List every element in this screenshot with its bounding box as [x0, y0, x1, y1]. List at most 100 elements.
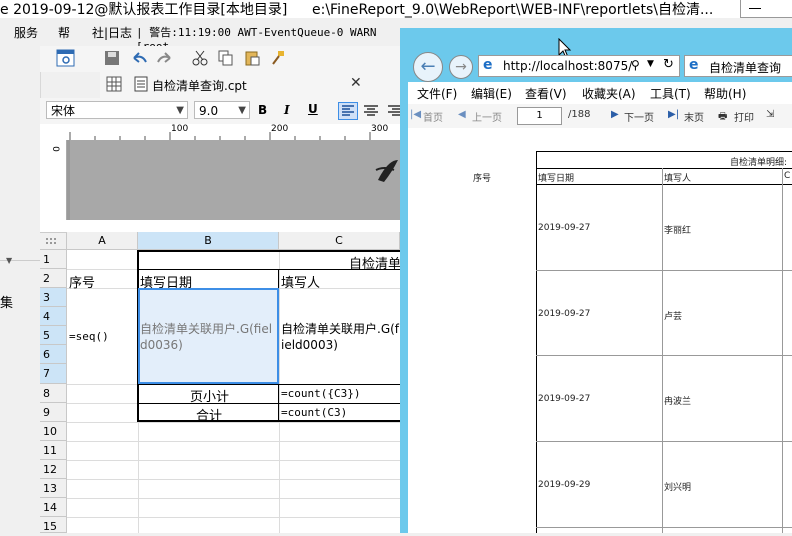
cell-c9[interactable]: =count(C3)	[281, 406, 347, 419]
row-header[interactable]: 1	[40, 250, 67, 269]
forward-button[interactable]: →	[449, 55, 473, 79]
menu-file[interactable]: 文件(F)	[417, 85, 457, 102]
menu-edit[interactable]: 编辑(E)	[471, 85, 512, 102]
select-all-corner[interactable]	[40, 232, 67, 250]
align-center-button[interactable]	[362, 103, 380, 119]
refresh-icon[interactable]: ↻	[663, 57, 674, 72]
first-page-button[interactable]: 首页	[423, 109, 443, 124]
close-tab-icon[interactable]: ✕	[350, 75, 362, 91]
cell-b3[interactable]: 自检清单关联用户.G(field0036)	[140, 321, 276, 353]
save-icon[interactable]	[104, 50, 120, 66]
cell-c8[interactable]: =count({C3})	[281, 387, 360, 400]
toolbar	[40, 46, 400, 72]
row-header[interactable]: 12	[40, 460, 67, 479]
address-bar[interactable]: e http://localhost:8075/ ⚲ ▼ ↻	[478, 55, 680, 77]
column-header-a[interactable]: A	[67, 232, 138, 250]
page-number-input[interactable]: 1	[517, 107, 562, 125]
search-icon[interactable]: ⚲	[631, 58, 640, 72]
row-header[interactable]: 11	[40, 441, 67, 460]
page-header-area: 0	[40, 140, 400, 220]
column-header-c[interactable]: C	[279, 232, 400, 250]
menu-tools[interactable]: 工具(T)	[650, 85, 691, 102]
row-header[interactable]: 10	[40, 422, 67, 441]
cell-b2[interactable]: 填写日期	[140, 272, 192, 291]
back-button[interactable]: ←	[413, 52, 443, 82]
next-page-icon[interactable]: ▶	[611, 109, 619, 120]
row-header[interactable]: 15	[40, 517, 67, 533]
ruler-tick-label: 100	[171, 124, 189, 134]
row-header[interactable]: 13	[40, 479, 67, 498]
page-total: /188	[568, 109, 591, 120]
italic-button[interactable]: I	[284, 103, 290, 117]
designer-tab-bar: 自检清单查询.cpt ✕	[100, 72, 400, 99]
align-right-button[interactable]	[386, 103, 400, 119]
cell-a3[interactable]: =seq()	[69, 330, 109, 343]
first-page-icon[interactable]: |◀	[410, 109, 421, 120]
report-header-person: 填写人	[664, 174, 692, 184]
print-button[interactable]: 打印	[734, 109, 754, 124]
row-header[interactable]: 14	[40, 498, 67, 517]
chevron-down-icon[interactable]: ▼	[647, 59, 654, 69]
report-header-index: 序号	[473, 174, 492, 184]
minimize-button[interactable]	[740, 0, 792, 18]
export-icon[interactable]: ⇲	[766, 109, 774, 120]
menu-favorites[interactable]: 收藏夹(A)	[582, 85, 636, 102]
left-panel: ▼ 集	[0, 46, 41, 533]
print-icon[interactable]: 🖶	[718, 109, 727, 126]
chevron-down-icon: ▼	[176, 105, 184, 116]
column-header-b[interactable]: B	[138, 232, 279, 250]
next-page-button[interactable]: 下一页	[624, 109, 654, 124]
prev-page-button[interactable]: 上一页	[472, 109, 502, 124]
ruler-tick-label: 300	[371, 124, 389, 134]
cell-c1[interactable]: 自检清单	[349, 253, 401, 272]
cut-icon[interactable]	[192, 50, 208, 66]
font-family-value: 宋体	[51, 104, 76, 118]
menu-help[interactable]: 帮助(H)	[704, 85, 746, 102]
left-panel-label: 集	[0, 296, 14, 311]
paste-icon[interactable]	[244, 50, 260, 66]
report-row-date: 2019-09-29	[538, 480, 591, 490]
row-header[interactable]: 2 (H)	[40, 269, 67, 304]
menu-item-community[interactable]: 社|日志	[92, 24, 132, 41]
format-painter-icon[interactable]	[270, 50, 286, 66]
undo-icon[interactable]	[130, 50, 148, 66]
menu-view[interactable]: 查看(V)	[525, 85, 567, 102]
cell-b8[interactable]: 页小计	[190, 386, 229, 405]
menu-item-help[interactable]: 帮	[58, 24, 70, 41]
row-header[interactable]: 7	[40, 364, 67, 384]
redo-icon[interactable]	[156, 50, 174, 66]
align-left-button[interactable]	[338, 102, 358, 120]
report-row-person: 李丽红	[664, 226, 692, 236]
report-row-person: 卢芸	[664, 312, 683, 322]
row-header[interactable]: 3	[40, 288, 67, 307]
font-family-select[interactable]: 宋体 ▼	[46, 101, 188, 119]
preview-icon[interactable]	[54, 48, 78, 70]
cell-c2[interactable]: 填写人	[281, 272, 320, 291]
report-row-date: 2019-09-27	[538, 394, 591, 404]
last-page-icon[interactable]: ▶|	[668, 109, 679, 120]
browser-tab[interactable]: e 自检清单查询	[684, 55, 792, 77]
tab-title: 自检清单查询	[709, 61, 782, 75]
cell-b9[interactable]: 合计	[196, 405, 222, 424]
collapse-icon[interactable]: ▼	[6, 256, 12, 265]
copy-icon[interactable]	[218, 50, 234, 66]
tab-report-file[interactable]: 自检清单查询.cpt	[152, 77, 247, 94]
prev-page-icon[interactable]: ◀	[458, 109, 466, 120]
row-header[interactable]: 5	[40, 326, 67, 345]
row-header[interactable]: 9	[40, 403, 67, 422]
font-size-select[interactable]: 9.0 ▼	[194, 101, 250, 119]
browser-menu-bar: 文件(F) 编辑(E) 查看(V) 收藏夹(A) 工具(T) 帮助(H)	[408, 82, 792, 105]
row-header[interactable]: 6	[40, 345, 67, 364]
grid-icon[interactable]	[106, 76, 122, 92]
last-page-button[interactable]: 末页	[684, 109, 704, 124]
report-page	[408, 128, 792, 533]
ruler-side-label: 0	[49, 146, 60, 152]
row-header[interactable]: 4	[40, 307, 67, 326]
cell-c3[interactable]: 自检清单关联用户.G(field0003)	[281, 321, 400, 353]
report-row-person: 冉波兰	[664, 397, 692, 407]
menu-item-service[interactable]: 服务	[14, 24, 38, 41]
underline-button[interactable]: U	[308, 102, 318, 116]
row-header[interactable]: 8 (F)	[40, 384, 67, 419]
bold-button[interactable]: B	[258, 103, 267, 117]
cell-a2[interactable]: 序号	[69, 272, 95, 291]
